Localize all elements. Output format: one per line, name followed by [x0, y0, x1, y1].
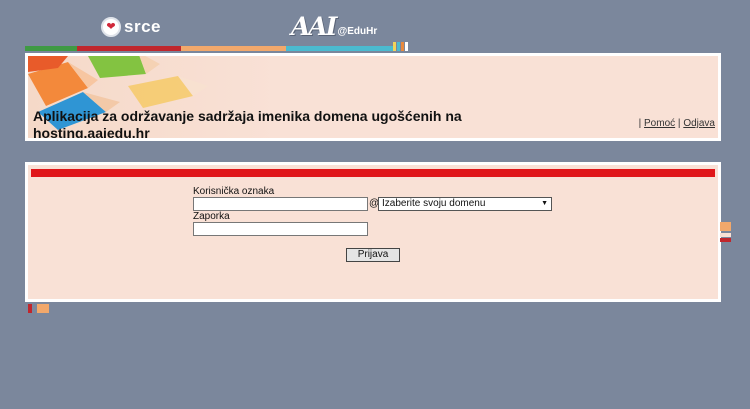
- stripe-mini-bars: [393, 42, 408, 51]
- srce-heart-icon: ❤: [101, 17, 121, 37]
- aai-eduhr-logo: AAI @EduHr: [291, 14, 377, 40]
- login-panel: Korisnička oznaka @ Izaberite svoju dome…: [25, 162, 721, 302]
- aai-logo-suffix: @EduHr: [337, 26, 378, 37]
- username-input[interactable]: [193, 197, 368, 211]
- username-label: Korisnička oznaka: [193, 186, 275, 197]
- deco-block-right: [720, 238, 731, 242]
- password-label: Zaporka: [193, 211, 230, 222]
- stripe-cyan: [286, 46, 393, 51]
- stripe-green: [25, 46, 77, 51]
- deco-block-right: [720, 222, 731, 231]
- login-button[interactable]: Prijava: [346, 248, 400, 262]
- deco-block-right: [720, 233, 731, 237]
- domain-select-value: Izaberite svoju domenu: [382, 198, 486, 209]
- panel-red-bar: [31, 169, 715, 177]
- help-link[interactable]: Pomoć: [644, 118, 675, 129]
- aai-logo-mark: AAI: [291, 12, 337, 41]
- password-input[interactable]: [193, 222, 368, 236]
- deco-block-bottom-left: [37, 304, 49, 313]
- header-links: | Pomoć | Odjava: [639, 118, 715, 129]
- logout-link[interactable]: Odjava: [683, 118, 715, 129]
- header-banner: Aplikacija za održavanje sadržaja imenik…: [25, 53, 721, 141]
- page-title: Aplikacija za održavanje sadržaja imenik…: [33, 108, 462, 141]
- stripe-red: [77, 46, 181, 51]
- srce-logo-text: srce: [124, 17, 161, 36]
- domain-select[interactable]: Izaberite svoju domenu ▼: [378, 197, 552, 211]
- srce-logo: ❤ srce: [101, 16, 161, 38]
- deco-block-bottom-left: [28, 304, 32, 313]
- stripe-orange: [181, 46, 286, 51]
- dropdown-arrow-icon: ▼: [541, 200, 548, 207]
- header-separator: |: [638, 118, 642, 129]
- header-separator: |: [677, 118, 681, 129]
